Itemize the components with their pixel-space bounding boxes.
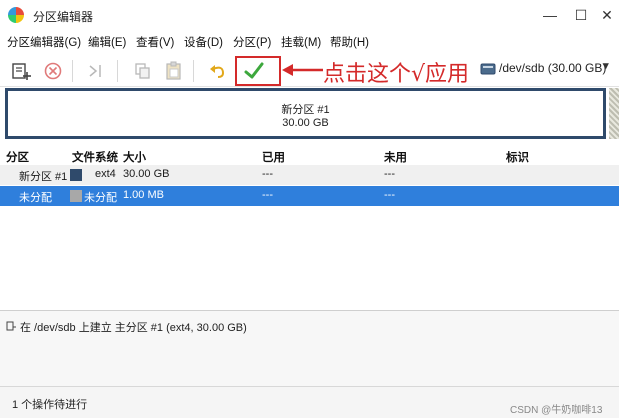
fs-color-swatch: [70, 169, 82, 181]
cell-unused: ---: [384, 168, 395, 180]
col-used[interactable]: 已用: [262, 149, 285, 165]
title-bar: 分区编辑器 — ☐ ✕: [0, 0, 619, 30]
cell-used: ---: [262, 189, 273, 201]
window-title: 分区编辑器: [33, 10, 94, 24]
map-unallocated[interactable]: [609, 88, 619, 139]
fs-color-swatch: [70, 190, 82, 202]
menu-gparted[interactable]: 分区编辑器(G): [7, 34, 81, 50]
cell-size: 1.00 MB: [123, 189, 164, 201]
paste-icon[interactable]: [163, 60, 185, 82]
col-unused[interactable]: 未用: [384, 149, 407, 165]
col-partition[interactable]: 分区: [6, 149, 29, 165]
new-partition-icon[interactable]: [10, 60, 32, 82]
watermark: CSDN @牛奶咖啡13: [510, 405, 603, 416]
cell-partition: 未分配: [19, 192, 52, 204]
menu-partition[interactable]: 分区(P): [233, 34, 271, 50]
menu-bar: 分区编辑器(G) 编辑(E) 查看(V) 设备(D) 分区(P) 挂载(M) 帮…: [0, 32, 619, 52]
partition-table: 分区 文件系统 大小 已用 未用 标识 新分区 #1 ext4 30.00 GB…: [0, 145, 619, 309]
status-text: 1 个操作待进行: [12, 399, 88, 411]
pending-operations: 在 /dev/sdb 上建立 主分区 #1 (ext4, 30.00 GB): [0, 310, 619, 386]
menu-view[interactable]: 查看(V): [136, 34, 174, 50]
map-partition-size: 30.00 GB: [282, 117, 329, 129]
menu-edit[interactable]: 编辑(E): [88, 34, 126, 50]
chevron-down-icon[interactable]: ▼: [601, 61, 611, 72]
resize-move-icon[interactable]: [85, 60, 107, 82]
toolbar-separator: [72, 60, 73, 82]
col-filesystem[interactable]: 文件系统: [72, 149, 118, 165]
operation-item[interactable]: 在 /dev/sdb 上建立 主分区 #1 (ext4, 30.00 GB): [20, 319, 247, 335]
menu-device[interactable]: 设备(D): [184, 34, 223, 50]
undo-icon[interactable]: [207, 60, 229, 82]
table-row[interactable]: 新分区 #1 ext4 30.00 GB --- ---: [0, 165, 619, 185]
col-flags[interactable]: 标识: [506, 149, 529, 165]
table-row[interactable]: 未分配 未分配 1.00 MB --- ---: [0, 186, 619, 206]
copy-icon[interactable]: [132, 60, 154, 82]
device-selector[interactable]: /dev/sdb (30.00 GB): [499, 61, 606, 75]
minimize-button[interactable]: —: [535, 4, 565, 26]
toolbar-separator: [117, 60, 118, 82]
cell-used: ---: [262, 168, 273, 180]
toolbar-separator: [193, 60, 194, 82]
cell-size: 30.00 GB: [123, 168, 170, 180]
apply-highlight-box: [235, 56, 281, 86]
annotation-arrow-icon: [282, 64, 323, 76]
menu-mount[interactable]: 挂载(M): [281, 34, 321, 50]
cell-unused: ---: [384, 189, 395, 201]
annotation-text: 点击这个√应用: [323, 62, 470, 87]
delete-icon[interactable]: [42, 60, 64, 82]
new-partition-icon: [6, 321, 16, 331]
cell-filesystem: ext4: [95, 168, 116, 180]
menu-help[interactable]: 帮助(H): [330, 34, 369, 50]
cell-filesystem: 未分配: [84, 192, 117, 204]
partition-map[interactable]: 新分区 #1 30.00 GB: [5, 88, 606, 139]
col-size[interactable]: 大小: [123, 149, 146, 165]
app-icon: [8, 7, 24, 23]
cell-partition: 新分区 #1: [19, 171, 68, 183]
map-partition-name: 新分区 #1: [281, 104, 330, 116]
disk-icon: [480, 63, 496, 75]
close-button[interactable]: ✕: [595, 4, 619, 26]
maximize-button[interactable]: ☐: [566, 4, 596, 26]
